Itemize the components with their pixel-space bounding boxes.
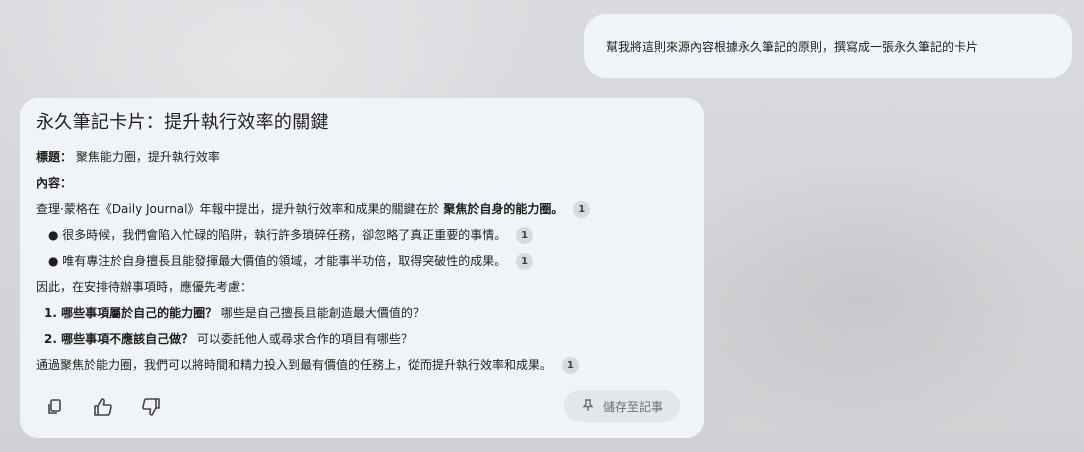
user-message-text: 幫我將這則來源內容根據永久筆記的原則，撰寫成一張永久筆記的卡片 xyxy=(606,39,979,54)
bullet-2: ● 唯有專注於自身擅長且能發揮最大價值的領域，才能事半功倍，取得突破性的成果。 … xyxy=(36,248,688,274)
bullet-1: ● 很多時候，我們會陷入忙碌的陷阱，執行許多瑣碎任務，卻忽略了真正重要的事情。 … xyxy=(36,222,688,248)
paragraph-2: 因此，在安排待辦事項時，應優先考慮： xyxy=(36,274,688,300)
save-to-notes-button[interactable]: 儲存至記事 xyxy=(564,390,680,422)
response-card: 永久筆記卡片：提升執行效率的關鍵 標題： 聚焦能力圈，提升執行效率 內容： 查理… xyxy=(20,98,704,438)
thumbs-down-button[interactable] xyxy=(138,396,164,422)
numbered-item-2-bold: 2. 哪些事項不應該自己做？ xyxy=(44,332,194,346)
numbered-item-1: 1. 哪些事項屬於自己的能力圈？ 哪些是自己擅長且能創造最大價值的？ xyxy=(36,300,688,326)
thumbs-up-button[interactable] xyxy=(90,396,116,422)
numbered-item-2-text: 可以委託他人或尋求合作的項目有哪些？ xyxy=(196,332,413,346)
citation-badge[interactable]: 1 xyxy=(516,227,534,244)
copy-icon xyxy=(45,397,65,421)
heading-line: 標題： 聚焦能力圈，提升執行效率 xyxy=(36,144,688,170)
bullet-2-text: ● 唯有專注於自身擅長且能發揮最大價值的領域，才能事半功倍，取得突破性的成果。 xyxy=(48,254,507,268)
response-actions xyxy=(42,396,164,422)
content-label: 內容： xyxy=(36,176,73,190)
paragraph-1-text: 查理·蒙格在《Daily Journal》年報中提出，提升執行效率和成果的關鍵在… xyxy=(36,202,440,216)
citation-badge[interactable]: 1 xyxy=(573,201,591,218)
thumbs-down-icon xyxy=(140,396,162,422)
thumbs-up-icon xyxy=(92,396,114,422)
heading-value: 聚焦能力圈，提升執行效率 xyxy=(75,150,220,164)
bullet-1-text: ● 很多時候，我們會陷入忙碌的陷阱，執行許多瑣碎任務，卻忽略了真正重要的事情。 xyxy=(48,228,507,242)
numbered-item-2: 2. 哪些事項不應該自己做？ 可以委託他人或尋求合作的項目有哪些？ xyxy=(36,326,688,352)
heading-label: 標題： xyxy=(36,150,73,164)
pin-icon xyxy=(581,398,595,415)
paragraph-3-text: 通過聚焦於能力圈，我們可以將時間和精力投入到最有價值的任務上，從而提升執行效率和… xyxy=(36,358,553,372)
numbered-item-1-text: 哪些是自己擅長且能創造最大價值的？ xyxy=(220,306,425,320)
paragraph-3: 通過聚焦於能力圈，我們可以將時間和精力投入到最有價值的任務上，從而提升執行效率和… xyxy=(36,352,688,378)
numbered-item-1-bold: 1. 哪些事項屬於自己的能力圈？ xyxy=(44,306,218,320)
citation-badge[interactable]: 1 xyxy=(561,357,579,374)
card-title: 永久筆記卡片：提升執行效率的關鍵 xyxy=(36,112,329,133)
paragraph-1: 查理·蒙格在《Daily Journal》年報中提出，提升執行效率和成果的關鍵在… xyxy=(36,196,688,222)
paragraph-2-text: 因此，在安排待辦事項時，應優先考慮： xyxy=(36,280,253,294)
paragraph-1-bold: 聚焦於自身的能力圈。 xyxy=(443,202,564,216)
save-label: 儲存至記事 xyxy=(602,399,663,414)
content-label-line: 內容： xyxy=(36,170,688,196)
citation-badge[interactable]: 1 xyxy=(516,253,534,270)
copy-button[interactable] xyxy=(42,396,68,422)
user-message-bubble: 幫我將這則來源內容根據永久筆記的原則，撰寫成一張永久筆記的卡片 xyxy=(584,14,1072,78)
